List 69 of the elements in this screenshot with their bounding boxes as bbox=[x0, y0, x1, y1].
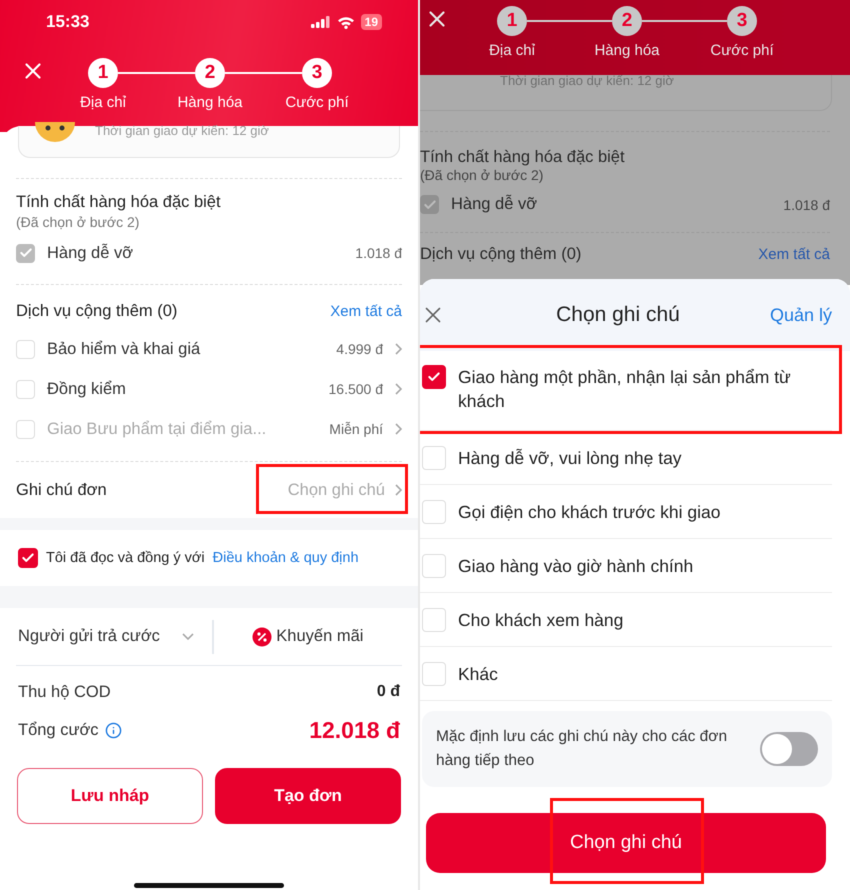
step-number: 3 bbox=[302, 58, 332, 88]
step-number: 2 bbox=[195, 58, 225, 88]
delivery-time-text: Thời gian giao dự kiến: 12 giờ bbox=[500, 75, 674, 88]
step-label: Hàng hóa bbox=[594, 42, 660, 59]
chevron-icon bbox=[395, 343, 402, 355]
step-label: Địa chỉ bbox=[80, 94, 126, 111]
step-label: Cước phí bbox=[710, 42, 774, 59]
service-price: Miễn phí bbox=[329, 421, 383, 437]
note-option-label[interactable]: Khác bbox=[458, 662, 498, 686]
create-order-button[interactable]: Tạo đơn bbox=[215, 768, 401, 824]
toggle-switch[interactable] bbox=[760, 732, 818, 766]
signal-icon bbox=[310, 16, 331, 28]
note-option-label[interactable]: Hàng dễ vỡ, vui lòng nhẹ tay bbox=[458, 446, 682, 470]
chevron-icon bbox=[182, 633, 194, 640]
item-price: 1.018 đ bbox=[355, 245, 402, 261]
section-subtitle: (Đã chọn ở bước 2) bbox=[15, 213, 140, 230]
note-option-label[interactable]: Giao hàng một phần, nhận lại sản phẩm từ khách bbox=[458, 365, 818, 413]
choose-note-button[interactable]: Chọn ghi chú bbox=[426, 813, 826, 873]
item-label: Hàng dễ vỡ bbox=[451, 195, 538, 214]
step-number: 2 bbox=[612, 6, 642, 36]
section-title: Tính chất hàng hóa đặc biệt bbox=[420, 148, 626, 167]
payer-dropdown[interactable]: Người gửi trả cước bbox=[16, 618, 212, 654]
promo-button[interactable]: Khuyến mãi bbox=[214, 626, 402, 648]
service-label: Đồng kiểm bbox=[47, 380, 127, 398]
terms-link[interactable]: Điều khoản & quy định bbox=[212, 550, 359, 566]
note-option-label[interactable]: Giao hàng vào giờ hành chính bbox=[458, 554, 694, 578]
wifi-icon bbox=[336, 16, 355, 28]
item-price: 1.018 đ bbox=[783, 196, 830, 212]
service-price: 16.500 đ bbox=[328, 381, 383, 397]
step-label: Hàng hóa bbox=[177, 94, 243, 111]
terms-text: Tôi đã đọc và đồng ý với bbox=[46, 550, 205, 566]
step-label: Địa chỉ bbox=[489, 42, 535, 59]
step-label: Cước phí bbox=[285, 94, 349, 111]
sheet-title: Chọn ghi chú bbox=[556, 303, 680, 327]
step-number: 1 bbox=[88, 58, 118, 88]
check-icon bbox=[427, 370, 441, 384]
toggle-text: Mặc định lưu các ghi chú này cho các đơn hàng tiếp theo bbox=[436, 727, 728, 771]
note-option-label[interactable]: Gọi điện cho khách trước khi giao bbox=[458, 500, 720, 524]
step-number: 1 bbox=[497, 6, 527, 36]
save-draft-button[interactable]: Lưu nháp bbox=[17, 768, 203, 824]
info-icon[interactable] bbox=[104, 722, 122, 738]
see-all-link[interactable]: Xem tất cả bbox=[330, 302, 402, 320]
summary-value: 0 đ bbox=[376, 683, 400, 701]
checkbox[interactable] bbox=[422, 365, 446, 389]
check-icon bbox=[18, 246, 32, 260]
section-title: Dịch vụ cộng thêm (0) bbox=[420, 245, 582, 264]
battery-icon: 19 bbox=[360, 14, 382, 30]
service-price: 4.999 đ bbox=[336, 341, 383, 357]
note-option-label[interactable]: Cho khách xem hàng bbox=[458, 608, 624, 632]
service-label: Giao Bưu phẩm tại điểm gia... bbox=[47, 420, 268, 438]
chevron-icon bbox=[395, 383, 402, 395]
section-title: Dịch vụ cộng thêm (0) bbox=[16, 302, 178, 320]
manage-link[interactable]: Quản lý bbox=[770, 304, 832, 326]
chevron-icon bbox=[395, 484, 402, 496]
section-title: Tính chất hàng hóa đặc biệt bbox=[15, 193, 222, 212]
note-label: Ghi chú đơn bbox=[16, 480, 107, 500]
status-time: 15:33 bbox=[46, 12, 90, 32]
step-number: 3 bbox=[727, 6, 757, 36]
delivery-time-text: Thời gian giao dự kiến: 12 giờ bbox=[95, 123, 269, 138]
discount-icon bbox=[252, 626, 272, 646]
checkbox[interactable] bbox=[18, 548, 38, 568]
check-icon bbox=[21, 551, 35, 565]
service-label: Bảo hiểm và khai giá bbox=[47, 340, 202, 358]
chevron-icon bbox=[395, 423, 402, 435]
summary-label: Thu hộ COD bbox=[18, 682, 111, 702]
summary-value: 12.018 đ bbox=[309, 716, 400, 744]
item-label: Hàng dễ vỡ bbox=[47, 244, 134, 262]
section-subtitle: (Đã chọn ở bước 2) bbox=[420, 167, 544, 183]
summary-label: Tổng cước bbox=[18, 720, 99, 740]
